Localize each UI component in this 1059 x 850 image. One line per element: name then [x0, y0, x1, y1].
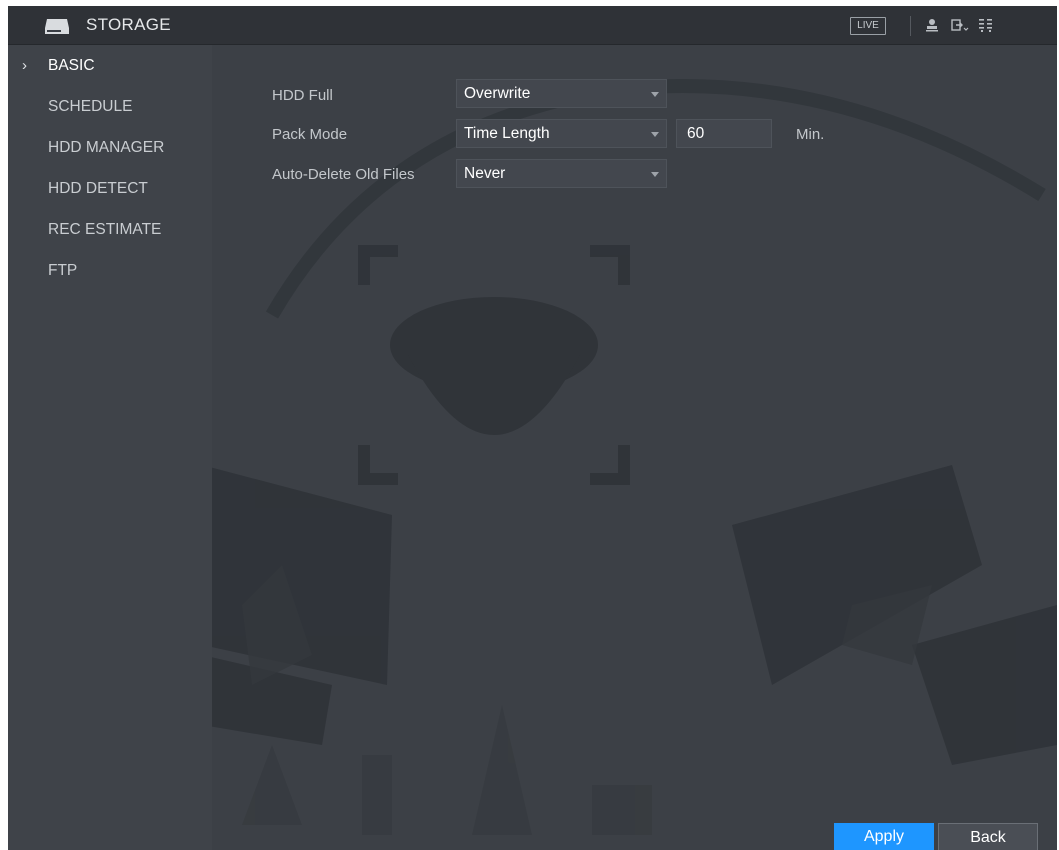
sidebar-item-schedule[interactable]: SCHEDULE — [8, 88, 212, 126]
sidebar-item-label: FTP — [48, 262, 78, 279]
sidebar-item-ftp[interactable]: FTP — [8, 252, 212, 290]
hdd-full-label: HDD Full — [272, 87, 333, 104]
sidebar-item-hdd-manager[interactable]: HDD MANAGER — [8, 129, 212, 167]
caret-down-icon — [651, 92, 659, 97]
main-panel: HDD Full Overwrite Pack Mode Time Length… — [212, 45, 1057, 850]
sidebar-item-basic[interactable]: › BASIC — [8, 47, 212, 85]
pack-mode-label: Pack Mode — [272, 126, 348, 143]
sidebar-item-label: REC ESTIMATE — [48, 221, 162, 238]
chevron-right-icon: › — [22, 57, 27, 74]
caret-down-icon — [651, 172, 659, 177]
pack-mode-value: Time Length — [464, 125, 550, 142]
page-title: STORAGE — [86, 15, 171, 34]
pack-length-unit: Min. — [796, 126, 825, 143]
caret-down-icon — [651, 132, 659, 137]
sidebar-item-label: HDD MANAGER — [48, 139, 165, 156]
storage-icon — [45, 19, 69, 34]
pack-mode-select[interactable]: Time Length — [456, 119, 667, 148]
auto-delete-select[interactable]: Never — [456, 159, 667, 188]
sidebar-item-label: HDD DETECT — [48, 180, 148, 197]
sidebar-item-label: SCHEDULE — [48, 98, 133, 115]
auto-delete-value: Never — [464, 165, 506, 182]
grid-menu-icon[interactable] — [978, 17, 994, 33]
pack-length-value: 60 — [687, 125, 705, 142]
sidebar: › BASIC SCHEDULE HDD MANAGER HDD DETECT … — [8, 45, 212, 850]
sidebar-item-hdd-detect[interactable]: HDD DETECT — [8, 170, 212, 208]
user-icon[interactable] — [924, 17, 940, 33]
storage-window: STORAGE LIVE › BASIC SCHEDULE HDD MANAGE… — [8, 6, 1057, 850]
live-button[interactable]: LIVE — [850, 17, 886, 35]
back-button[interactable]: Back — [938, 823, 1038, 850]
apply-button[interactable]: Apply — [834, 823, 934, 850]
sidebar-item-label: BASIC — [48, 57, 95, 74]
sidebar-item-rec-estimate[interactable]: REC ESTIMATE — [8, 211, 212, 249]
titlebar-divider — [910, 16, 911, 36]
auto-delete-label: Auto-Delete Old Files — [272, 166, 415, 183]
logout-icon[interactable] — [950, 17, 970, 33]
hdd-full-select[interactable]: Overwrite — [456, 79, 667, 108]
pack-length-input[interactable]: 60 — [676, 119, 772, 148]
title-bar: STORAGE LIVE — [8, 6, 1057, 45]
hdd-full-value: Overwrite — [464, 85, 531, 102]
